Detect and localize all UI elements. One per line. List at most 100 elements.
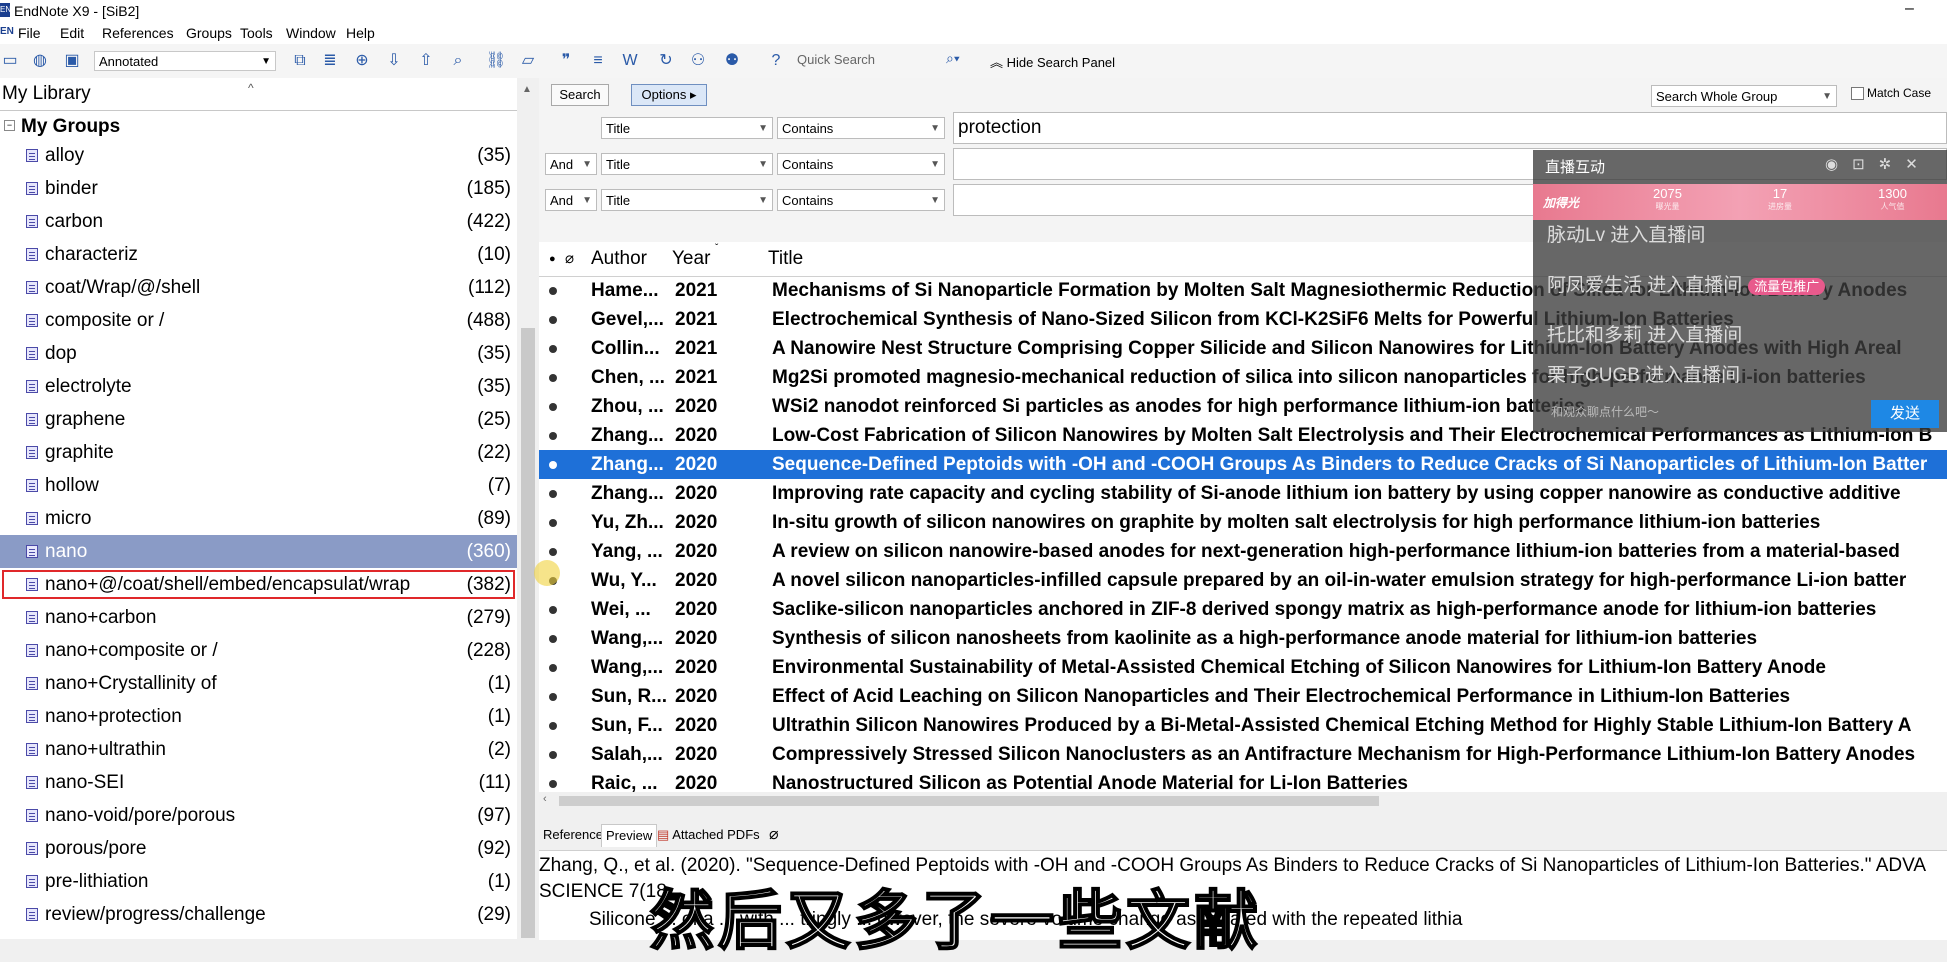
group-item[interactable]: nano+ultrathin (2) [0, 733, 517, 766]
collapse-icon[interactable]: − [4, 120, 15, 132]
menu-file[interactable]: File [18, 25, 41, 41]
search-button[interactable]: Search [551, 84, 609, 106]
insert-citation-icon[interactable]: ❞ [556, 51, 576, 71]
search-operator-select-1[interactable]: Contains ▼ [777, 117, 945, 139]
app-menu-icon[interactable]: EN [0, 26, 14, 37]
format-bibliography-icon[interactable]: ≡ [588, 51, 608, 71]
group-item[interactable]: composite or / (488) [0, 304, 517, 337]
send-button[interactable]: 发送 [1871, 400, 1939, 428]
reference-row[interactable]: Yu, Zh... 2020 In-situ growth of silicon n… [539, 508, 1947, 537]
reference-row[interactable]: Wang,... 2020 Environmental Sustainability… [539, 653, 1947, 682]
search-term-input-1[interactable]: protection [953, 112, 1947, 144]
import-icon[interactable]: ⇩ [384, 51, 404, 71]
group-item[interactable]: nano+carbon (279) [0, 601, 517, 634]
paperclip-icon[interactable]: ⌀ [765, 824, 783, 846]
group-item[interactable]: electrolyte (35) [0, 370, 517, 403]
group-item[interactable]: coat/Wrap/@/shell (112) [0, 271, 517, 304]
column-author[interactable]: Author [591, 242, 647, 276]
tab-attached-pdfs[interactable]: ▤ Attached PDFs [653, 824, 764, 846]
export-icon[interactable]: ⇧ [416, 51, 436, 71]
open-file-icon[interactable]: ▱ [518, 51, 538, 71]
group-item[interactable]: nano+Crystallinity of (1) [0, 667, 517, 700]
group-item[interactable]: dop (35) [0, 337, 517, 370]
search-field-select-2[interactable]: Title ▼ [601, 153, 773, 175]
options-button[interactable]: Options ▸ [631, 84, 707, 106]
menu-window[interactable]: Window [286, 25, 336, 41]
help-icon[interactable]: ? [766, 51, 786, 71]
search-bool-select-3[interactable]: And ▼ [545, 189, 597, 211]
integrated-library-icon[interactable]: ▣ [62, 51, 82, 71]
read-status-column-icon[interactable]: ● [549, 242, 556, 276]
group-item[interactable]: alloy (35) [0, 139, 517, 172]
group-item[interactable]: hollow (7) [0, 469, 517, 502]
menu-help[interactable]: Help [346, 25, 375, 41]
search-operator-select-3[interactable]: Contains ▼ [777, 189, 945, 211]
search-scope-select[interactable]: Search Whole Group ▼ [1651, 85, 1837, 107]
close-icon[interactable]: ✕ [1905, 156, 1932, 173]
scrollbar-thumb[interactable] [521, 328, 535, 938]
group-item[interactable]: nano+composite or / (228) [0, 634, 517, 667]
chat-input[interactable]: 和观众聊点什么吧～ [1541, 398, 1921, 426]
group-item[interactable]: nano+@/coat/shell/embed/encapsulat/wrap (… [0, 568, 517, 601]
tab-preview[interactable]: Preview [601, 824, 658, 847]
reference-row[interactable]: Wang,... 2020 Synthesis of silicon nanoshe… [539, 624, 1947, 653]
group-item[interactable]: graphene (25) [0, 403, 517, 436]
scrollbar-thumb[interactable] [559, 796, 1379, 806]
group-item[interactable]: graphite (22) [0, 436, 517, 469]
hide-search-panel-button[interactable]: ︽ Hide Search Panel [990, 52, 1115, 71]
reference-row[interactable]: Salah,... 2020 Compressively Stressed Sili… [539, 740, 1947, 769]
groups-scrollbar[interactable]: ▲ [517, 78, 539, 939]
group-item[interactable]: nano+protection (1) [0, 700, 517, 733]
group-item[interactable]: carbon (422) [0, 205, 517, 238]
match-case-checkbox[interactable]: Match Case [1851, 86, 1931, 101]
search-field-select-3[interactable]: Title ▼ [601, 189, 773, 211]
reference-row[interactable]: Sun, F... 2020 Ultrathin Silicon Nanowires… [539, 711, 1947, 740]
find-full-text-icon[interactable]: ⌕ [448, 51, 468, 71]
group-item[interactable]: nano-SEI (11) [0, 766, 517, 799]
quick-search-input[interactable]: Quick Search [797, 52, 875, 67]
share-icon[interactable]: ⚇ [688, 51, 708, 71]
scroll-left-icon[interactable]: ‹ [543, 793, 547, 805]
local-library-icon[interactable]: ▭ [0, 51, 20, 71]
group-item[interactable]: binder (185) [0, 172, 517, 205]
lock-icon[interactable]: ⊡ [1852, 156, 1879, 173]
group-item[interactable]: review/progress/challenge (29) [0, 898, 517, 931]
attachment-column-icon[interactable]: ⌀ [565, 242, 574, 276]
reference-row[interactable]: Yang, ... 2020 A review on silicon nanowir… [539, 537, 1947, 566]
globe-icon[interactable]: ◉ [1825, 156, 1852, 173]
library-header[interactable]: My Library ^ [0, 78, 517, 111]
my-groups-header[interactable]: − My Groups [0, 116, 120, 138]
copy-formatted-icon[interactable]: ⧉ [290, 51, 310, 71]
search-icon[interactable]: ⌕▾ [946, 50, 960, 67]
reference-row[interactable]: Sun, R... 2020 Effect of Acid Leaching on … [539, 682, 1947, 711]
reference-row[interactable]: Zhang... 2020 Sequence-Defined Peptoids wi… [539, 450, 1947, 479]
new-reference-icon[interactable]: ≣ [320, 51, 340, 71]
output-style-select[interactable]: Annotated ▼ [94, 51, 276, 71]
gear-icon[interactable]: ✲ [1879, 156, 1906, 173]
reference-row[interactable]: Wu, Y... 2020 A novel silicon nanoparticle… [539, 566, 1947, 595]
column-year[interactable]: Year [672, 242, 710, 276]
reference-row[interactable]: Wei, ... 2020 Saclike-silicon nanoparticle… [539, 595, 1947, 624]
group-item[interactable]: porous/pore (92) [0, 832, 517, 865]
online-search-globe-icon[interactable]: ⊕ [352, 51, 372, 71]
group-item[interactable]: pre-lithiation (1) [0, 865, 517, 898]
reference-hscrollbar[interactable]: ‹ [539, 792, 1947, 810]
group-item[interactable]: nano-void/pore/porous (97) [0, 799, 517, 832]
sync-icon[interactable]: ↻ [656, 51, 676, 71]
search-field-select-1[interactable]: Title ▼ [601, 117, 773, 139]
group-share-icon[interactable]: ⚉ [722, 51, 742, 71]
search-bool-select-2[interactable]: And ▼ [545, 153, 597, 175]
group-item[interactable]: characteriz (10) [0, 238, 517, 271]
word-icon[interactable]: W [620, 51, 640, 71]
menu-references[interactable]: References [102, 25, 174, 41]
online-search-icon[interactable]: ◍ [30, 51, 50, 71]
group-item[interactable]: micro (89) [0, 502, 517, 535]
menu-groups[interactable]: Groups [186, 25, 232, 41]
open-link-icon[interactable]: ⛓ [486, 51, 506, 71]
scroll-up-icon[interactable]: ▲ [522, 84, 532, 95]
reference-row[interactable]: Raic, ... 2020 Nanostructured Silicon as P… [539, 769, 1947, 792]
menu-tools[interactable]: Tools [240, 25, 273, 41]
minimize-button[interactable]: – [1905, 0, 1914, 18]
column-title[interactable]: Title [768, 242, 803, 276]
search-operator-select-2[interactable]: Contains ▼ [777, 153, 945, 175]
